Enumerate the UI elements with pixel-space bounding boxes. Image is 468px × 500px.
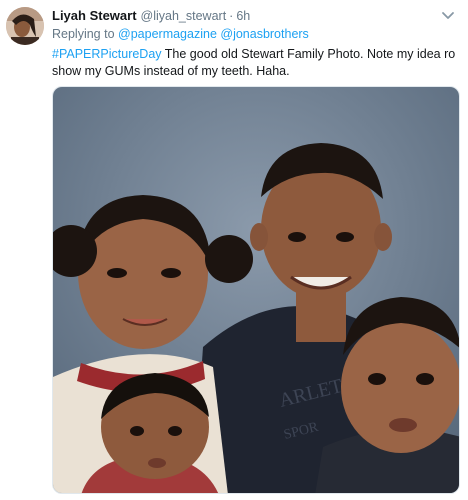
display-name[interactable]: Liyah Stewart — [52, 8, 137, 23]
mention-link[interactable]: @papermagazine — [118, 27, 217, 41]
avatar[interactable] — [6, 7, 44, 45]
more-options-button[interactable] — [440, 9, 456, 21]
timestamp[interactable]: 6h — [236, 9, 250, 23]
tweet-header: Liyah Stewart @liyah_stewart · 6h — [52, 8, 250, 26]
reply-context: Replying to @papermagazine @jonasbrother… — [52, 27, 309, 41]
family-photo: ARLET SPOR — [53, 87, 459, 493]
hashtag-link[interactable]: #PAPERPictureDay — [52, 47, 162, 61]
chevron-down-icon — [442, 12, 454, 19]
user-handle[interactable]: @liyah_stewart — [141, 9, 227, 23]
tweet-text: #PAPERPictureDay The good old Stewart Fa… — [52, 46, 460, 80]
mention-link[interactable]: @jonasbrothers — [220, 27, 308, 41]
reply-prefix: Replying to — [52, 27, 115, 41]
tweet[interactable]: Liyah Stewart @liyah_stewart · 6h Replyi… — [0, 0, 468, 500]
separator-dot: · — [229, 9, 234, 23]
tweet-photo[interactable]: ARLET SPOR — [52, 86, 460, 494]
profile-photo-image — [6, 7, 44, 45]
